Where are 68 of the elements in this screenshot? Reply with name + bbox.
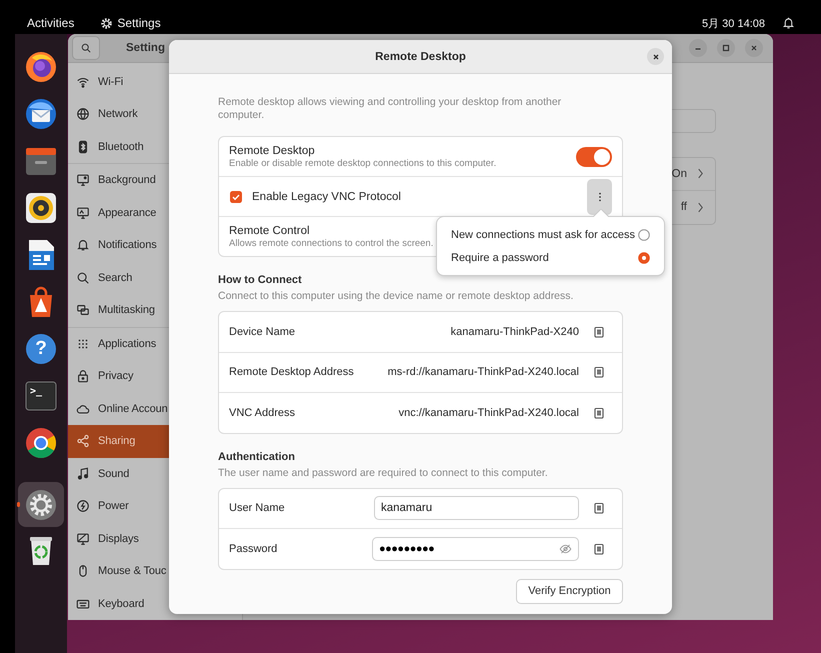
search-button[interactable] [72,36,100,60]
bell-icon[interactable] [782,16,795,30]
chevron-icon [697,202,704,213]
section-heading: How to Connect [218,274,303,286]
row-value: ms-rd://kanamaru-ThinkPad-X240.local [388,366,579,378]
copy-icon[interactable] [593,542,605,555]
display-icon [76,206,90,220]
search-icon [76,270,90,285]
section-description: Connect to this computer using the device name or remote desktop address. [218,290,574,302]
window-title: Setting [126,42,165,54]
option-description: Enable or disable remote desktop connections to this computer. [229,158,496,168]
bluetooth-icon [76,140,90,154]
dialog-title: Remote Desktop [375,50,466,62]
chevron-icon [697,168,704,180]
display-icon [76,532,90,546]
copy-icon[interactable] [593,366,605,378]
row-label: Device Name [229,326,296,338]
row-value: kanamaru-ThinkPad-X240 [450,326,579,338]
more-icon [598,190,602,202]
password-field[interactable]: ●●●●●●●●● [372,536,579,561]
row-value: vnc://kanamaru-ThinkPad-X240.local [398,406,579,419]
copy-icon[interactable] [593,326,605,338]
close-button[interactable] [745,38,763,57]
sidebar-item[interactable]: Keyboard [68,588,242,620]
toggle-switch[interactable] [576,146,612,166]
bell-icon [76,238,90,252]
copy-icon[interactable] [593,406,605,419]
username-field[interactable]: kanamaru [374,496,579,520]
clock[interactable]: 5月 30 14:08 [702,16,765,30]
verify-encryption-button[interactable]: Verify Encryption [516,578,623,604]
eye-slash-icon[interactable] [559,544,572,554]
row-label: Remote Desktop Address [229,366,354,378]
sidebar-item[interactable]: Mouse & Touc [68,555,242,588]
option-title: Enable Legacy VNC Protocol [252,190,401,202]
menu-item[interactable]: Require a password [437,246,664,269]
row-value: ff [680,201,687,214]
power-icon [76,499,90,514]
search-icon [80,42,92,54]
description-text: Remote desktop allows viewing and controlling your desktop from another computer. [218,96,562,122]
lock-icon [76,369,90,384]
close-icon [749,42,759,53]
section-description: The user name and password are required to connect to this computer. [218,466,549,478]
checkbox[interactable] [230,190,242,202]
copy-icon[interactable] [593,502,605,514]
row-label: User Name [229,502,285,514]
maximize-button[interactable] [717,38,735,57]
maximize-icon [721,42,731,53]
row-label: VNC Address [229,406,296,419]
icon-glyph: ? [35,338,47,360]
icon-glyph: >_ [30,386,42,398]
option-description: Allows remote connections to control the screen. [229,238,434,248]
row-label: Password [229,542,278,555]
option-title: Remote Desktop [229,144,315,156]
share-icon [76,434,90,448]
windows-icon [76,303,90,318]
app-menu[interactable]: Settings [117,16,161,30]
menu-item[interactable]: New connections must ask for access [437,223,664,246]
close-button[interactable] [647,48,664,65]
gear-icon [100,16,114,30]
sidebar-item[interactable]: Wi-Fi [68,66,242,98]
globe-icon [76,107,90,122]
row-value: On [672,168,687,180]
grid-icon [76,336,90,351]
option-title: Remote Control [229,224,310,236]
activities-button[interactable]: Activities [27,16,74,30]
close-icon [650,52,660,62]
music-note-icon [76,466,90,481]
monitor-icon [76,173,90,188]
